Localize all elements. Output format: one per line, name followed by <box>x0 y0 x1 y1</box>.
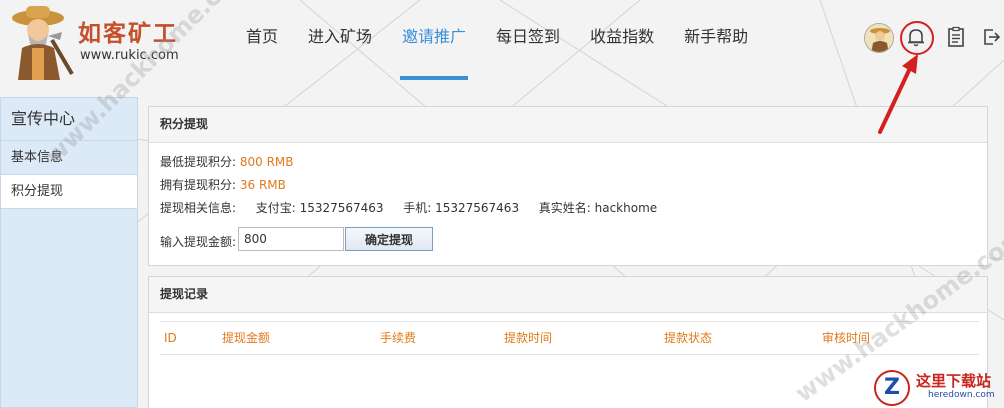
column-header-withdraw-time: 提款时间 <box>504 331 553 345</box>
nav-invite[interactable]: 邀请推广 <box>387 0 481 80</box>
badge-site-url: heredown.com <box>928 390 995 400</box>
own-points-value: 36 RMB <box>239 178 286 192</box>
min-withdraw-row: 最低提现积分: 800 RMB <box>160 153 294 170</box>
min-withdraw-value: 800 RMB <box>239 155 294 169</box>
nav-daily-checkin[interactable]: 每日签到 <box>481 0 575 80</box>
min-withdraw-label: 最低提现积分: <box>160 155 237 169</box>
records-table-header: ID 提现金额 手续费 提款时间 提款状态 审核时间 <box>160 321 979 355</box>
phone-value: 15327567463 <box>435 201 520 215</box>
alipay-label: 支付宝: <box>255 201 296 215</box>
logo-url: www.rukic.com <box>80 48 179 63</box>
clipboard-icon[interactable] <box>945 26 967 48</box>
sidebar: 宣传中心 基本信息 积分提现 <box>0 97 138 408</box>
sidebar-item-withdraw[interactable]: 积分提现 <box>1 175 137 209</box>
withdraw-amount-input[interactable] <box>238 227 344 251</box>
sidebar-item-basic-info[interactable]: 基本信息 <box>1 141 137 175</box>
nav-enter-mine[interactable]: 进入矿场 <box>293 0 387 80</box>
amount-label: 输入提现金额: <box>160 235 237 249</box>
logo[interactable]: 如客矿工 www.rukic.com <box>0 0 190 84</box>
sidebar-title: 宣传中心 <box>1 98 137 141</box>
confirm-withdraw-button[interactable]: 确定提现 <box>345 227 433 251</box>
column-header-status: 提款状态 <box>664 331 713 345</box>
miner-logo-icon <box>12 6 74 80</box>
main-nav: 首页 进入矿场 邀请推广 每日签到 收益指数 新手帮助 <box>232 0 763 80</box>
column-header-id: ID <box>164 331 177 345</box>
withdraw-info-label: 提现相关信息: <box>160 201 237 215</box>
top-header: 如客矿工 www.rukic.com 首页 进入矿场 邀请推广 每日签到 收益指… <box>0 0 1004 97</box>
column-header-review-time: 审核时间 <box>822 331 871 345</box>
withdraw-info-row: 提现相关信息: 支付宝: 15327567463 手机: 15327567463… <box>160 199 657 216</box>
withdraw-records-panel: 提现记录 ID 提现金额 手续费 提款时间 提款状态 审核时间 <box>148 276 988 408</box>
logo-title: 如客矿工 <box>78 20 178 47</box>
nav-help[interactable]: 新手帮助 <box>669 0 763 80</box>
real-name-label: 真实姓名: <box>538 201 591 215</box>
avatar-icon <box>865 24 893 52</box>
nav-earnings-index[interactable]: 收益指数 <box>575 0 669 80</box>
withdraw-panel-title: 积分提现 <box>149 107 987 143</box>
nav-home[interactable]: 首页 <box>232 0 293 80</box>
avatar[interactable] <box>864 23 894 53</box>
column-header-fee: 手续费 <box>380 331 417 345</box>
own-points-row: 拥有提现积分: 36 RMB <box>160 176 286 193</box>
logout-icon[interactable] <box>980 26 1002 48</box>
phone-label: 手机: <box>403 201 432 215</box>
records-panel-title: 提现记录 <box>149 277 987 313</box>
annotation-arrow-icon <box>878 54 918 134</box>
site-watermark-badge: Z 这里下载站 heredown.com <box>870 368 1004 408</box>
own-points-label: 拥有提现积分: <box>160 178 237 192</box>
alipay-value: 15327567463 <box>299 201 384 215</box>
column-header-amount: 提现金额 <box>222 331 271 345</box>
real-name-value: hackhome <box>594 201 658 215</box>
badge-site-name: 这里下载站 <box>916 372 992 390</box>
withdraw-panel: 积分提现 最低提现积分: 800 RMB 拥有提现积分: 36 RMB 提现相关… <box>148 106 988 266</box>
badge-logo-icon: Z <box>874 370 910 406</box>
